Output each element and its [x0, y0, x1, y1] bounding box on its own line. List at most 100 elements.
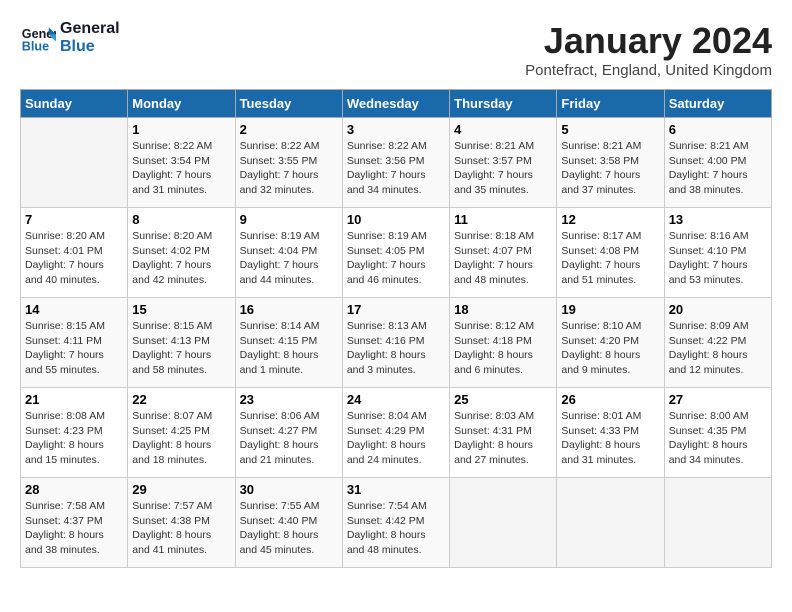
- calendar-cell: 12 Sunrise: 8:17 AMSunset: 4:08 PMDayligh…: [557, 208, 664, 298]
- day-number: 15: [132, 302, 230, 317]
- weekday-header-row: SundayMondayTuesdayWednesdayThursdayFrid…: [21, 90, 772, 118]
- day-info: Sunrise: 8:22 AMSunset: 3:55 PMDaylight:…: [240, 139, 338, 198]
- calendar-cell: 22 Sunrise: 8:07 AMSunset: 4:25 PMDayligh…: [128, 388, 235, 478]
- logo-icon: General Blue: [20, 20, 56, 56]
- day-number: 17: [347, 302, 445, 317]
- calendar-cell: 15Sunrise: 8:15 AMSunset: 4:13 PMDayligh…: [128, 298, 235, 388]
- day-number: 8: [132, 212, 230, 227]
- calendar-cell: 10 Sunrise: 8:19 AMSunset: 4:05 PMDayligh…: [342, 208, 449, 298]
- day-number: 10: [347, 212, 445, 227]
- day-number: 22: [132, 392, 230, 407]
- weekday-header-saturday: Saturday: [664, 90, 771, 118]
- day-number: 12: [561, 212, 659, 227]
- calendar-cell: [450, 478, 557, 568]
- day-number: 19: [561, 302, 659, 317]
- calendar-cell: 28 Sunrise: 7:58 AMSunset: 4:37 PMDayligh…: [21, 478, 128, 568]
- calendar-cell: 14 Sunrise: 8:15 AMSunset: 4:11 PMDayligh…: [21, 298, 128, 388]
- day-number: 13: [669, 212, 767, 227]
- weekday-header-monday: Monday: [128, 90, 235, 118]
- calendar-cell: 11Sunrise: 8:18 AMSunset: 4:07 PMDayligh…: [450, 208, 557, 298]
- day-info: Sunrise: 8:08 AMSunset: 4:23 PMDaylight:…: [25, 409, 123, 468]
- calendar-cell: [557, 478, 664, 568]
- day-info: Sunrise: 8:21 AMSunset: 4:00 PMDaylight:…: [669, 139, 767, 198]
- day-info: Sunrise: 7:57 AMSunset: 4:38 PMDaylight:…: [132, 499, 230, 558]
- day-info: Sunrise: 8:00 AMSunset: 4:35 PMDaylight:…: [669, 409, 767, 468]
- day-info: Sunrise: 8:21 AMSunset: 3:58 PMDaylight:…: [561, 139, 659, 198]
- day-info: Sunrise: 7:58 AMSunset: 4:37 PMDaylight:…: [25, 499, 123, 558]
- day-info: Sunrise: 8:12 AMSunset: 4:18 PMDaylight:…: [454, 319, 552, 378]
- calendar-cell: 31Sunrise: 7:54 AMSunset: 4:42 PMDayligh…: [342, 478, 449, 568]
- calendar-cell: [21, 118, 128, 208]
- logo: General Blue General Blue: [20, 20, 120, 56]
- calendar-cell: [664, 478, 771, 568]
- day-number: 11: [454, 212, 552, 227]
- weekday-header-wednesday: Wednesday: [342, 90, 449, 118]
- day-info: Sunrise: 8:06 AMSunset: 4:27 PMDaylight:…: [240, 409, 338, 468]
- day-info: Sunrise: 8:07 AMSunset: 4:25 PMDaylight:…: [132, 409, 230, 468]
- location: Pontefract, England, United Kingdom: [525, 62, 772, 79]
- day-info: Sunrise: 8:15 AMSunset: 4:11 PMDaylight:…: [25, 319, 123, 378]
- calendar-cell: 26 Sunrise: 8:01 AMSunset: 4:33 PMDayligh…: [557, 388, 664, 478]
- day-info: Sunrise: 8:19 AMSunset: 4:05 PMDaylight:…: [347, 229, 445, 288]
- day-number: 2: [240, 122, 338, 137]
- title-area: January 2024 Pontefract, England, United…: [525, 20, 772, 79]
- header: General Blue General Blue January 2024 P…: [20, 20, 772, 79]
- calendar-cell: 1Sunrise: 8:22 AMSunset: 3:54 PMDaylight…: [128, 118, 235, 208]
- day-info: Sunrise: 8:03 AMSunset: 4:31 PMDaylight:…: [454, 409, 552, 468]
- calendar-cell: 16 Sunrise: 8:14 AMSunset: 4:15 PMDayligh…: [235, 298, 342, 388]
- day-number: 25: [454, 392, 552, 407]
- week-row-5: 28 Sunrise: 7:58 AMSunset: 4:37 PMDayligh…: [21, 478, 772, 568]
- svg-text:Blue: Blue: [22, 40, 49, 54]
- calendar-cell: 17 Sunrise: 8:13 AMSunset: 4:16 PMDayligh…: [342, 298, 449, 388]
- logo-blue: Blue: [60, 38, 120, 56]
- day-number: 30: [240, 482, 338, 497]
- day-number: 20: [669, 302, 767, 317]
- calendar-cell: 21 Sunrise: 8:08 AMSunset: 4:23 PMDayligh…: [21, 388, 128, 478]
- calendar-cell: 7 Sunrise: 8:20 AMSunset: 4:01 PMDaylight…: [21, 208, 128, 298]
- calendar-cell: 9Sunrise: 8:19 AMSunset: 4:04 PMDaylight…: [235, 208, 342, 298]
- day-number: 28: [25, 482, 123, 497]
- calendar-cell: 8 Sunrise: 8:20 AMSunset: 4:02 PMDaylight…: [128, 208, 235, 298]
- calendar-cell: 25 Sunrise: 8:03 AMSunset: 4:31 PMDayligh…: [450, 388, 557, 478]
- day-info: Sunrise: 8:13 AMSunset: 4:16 PMDaylight:…: [347, 319, 445, 378]
- day-number: 23: [240, 392, 338, 407]
- day-number: 5: [561, 122, 659, 137]
- day-number: 4: [454, 122, 552, 137]
- day-info: Sunrise: 8:10 AMSunset: 4:20 PMDaylight:…: [561, 319, 659, 378]
- day-number: 7: [25, 212, 123, 227]
- day-info: Sunrise: 8:09 AMSunset: 4:22 PMDaylight:…: [669, 319, 767, 378]
- day-info: Sunrise: 8:20 AMSunset: 4:02 PMDaylight:…: [132, 229, 230, 288]
- calendar-cell: 19 Sunrise: 8:10 AMSunset: 4:20 PMDayligh…: [557, 298, 664, 388]
- day-info: Sunrise: 8:01 AMSunset: 4:33 PMDaylight:…: [561, 409, 659, 468]
- calendar-cell: 20 Sunrise: 8:09 AMSunset: 4:22 PMDayligh…: [664, 298, 771, 388]
- calendar-body: 1Sunrise: 8:22 AMSunset: 3:54 PMDaylight…: [21, 118, 772, 568]
- month-title: January 2024: [525, 20, 772, 62]
- day-number: 6: [669, 122, 767, 137]
- day-info: Sunrise: 8:20 AMSunset: 4:01 PMDaylight:…: [25, 229, 123, 288]
- day-number: 14: [25, 302, 123, 317]
- calendar-cell: 24Sunrise: 8:04 AMSunset: 4:29 PMDayligh…: [342, 388, 449, 478]
- calendar-cell: 23 Sunrise: 8:06 AMSunset: 4:27 PMDayligh…: [235, 388, 342, 478]
- day-info: Sunrise: 8:21 AMSunset: 3:57 PMDaylight:…: [454, 139, 552, 198]
- day-number: 29: [132, 482, 230, 497]
- calendar-cell: 27Sunrise: 8:00 AMSunset: 4:35 PMDayligh…: [664, 388, 771, 478]
- weekday-header-sunday: Sunday: [21, 90, 128, 118]
- calendar-cell: 2 Sunrise: 8:22 AMSunset: 3:55 PMDaylight…: [235, 118, 342, 208]
- day-number: 16: [240, 302, 338, 317]
- day-info: Sunrise: 8:17 AMSunset: 4:08 PMDaylight:…: [561, 229, 659, 288]
- day-info: Sunrise: 8:22 AMSunset: 3:54 PMDaylight:…: [132, 139, 230, 198]
- week-row-1: 1Sunrise: 8:22 AMSunset: 3:54 PMDaylight…: [21, 118, 772, 208]
- day-info: Sunrise: 8:14 AMSunset: 4:15 PMDaylight:…: [240, 319, 338, 378]
- day-number: 31: [347, 482, 445, 497]
- calendar-cell: 13 Sunrise: 8:16 AMSunset: 4:10 PMDayligh…: [664, 208, 771, 298]
- day-info: Sunrise: 8:16 AMSunset: 4:10 PMDaylight:…: [669, 229, 767, 288]
- day-number: 26: [561, 392, 659, 407]
- calendar-cell: 6 Sunrise: 8:21 AMSunset: 4:00 PMDaylight…: [664, 118, 771, 208]
- calendar-cell: 30Sunrise: 7:55 AMSunset: 4:40 PMDayligh…: [235, 478, 342, 568]
- day-info: Sunrise: 8:04 AMSunset: 4:29 PMDaylight:…: [347, 409, 445, 468]
- day-info: Sunrise: 8:22 AMSunset: 3:56 PMDaylight:…: [347, 139, 445, 198]
- week-row-3: 14 Sunrise: 8:15 AMSunset: 4:11 PMDayligh…: [21, 298, 772, 388]
- week-row-2: 7 Sunrise: 8:20 AMSunset: 4:01 PMDaylight…: [21, 208, 772, 298]
- day-number: 21: [25, 392, 123, 407]
- calendar-cell: 18Sunrise: 8:12 AMSunset: 4:18 PMDayligh…: [450, 298, 557, 388]
